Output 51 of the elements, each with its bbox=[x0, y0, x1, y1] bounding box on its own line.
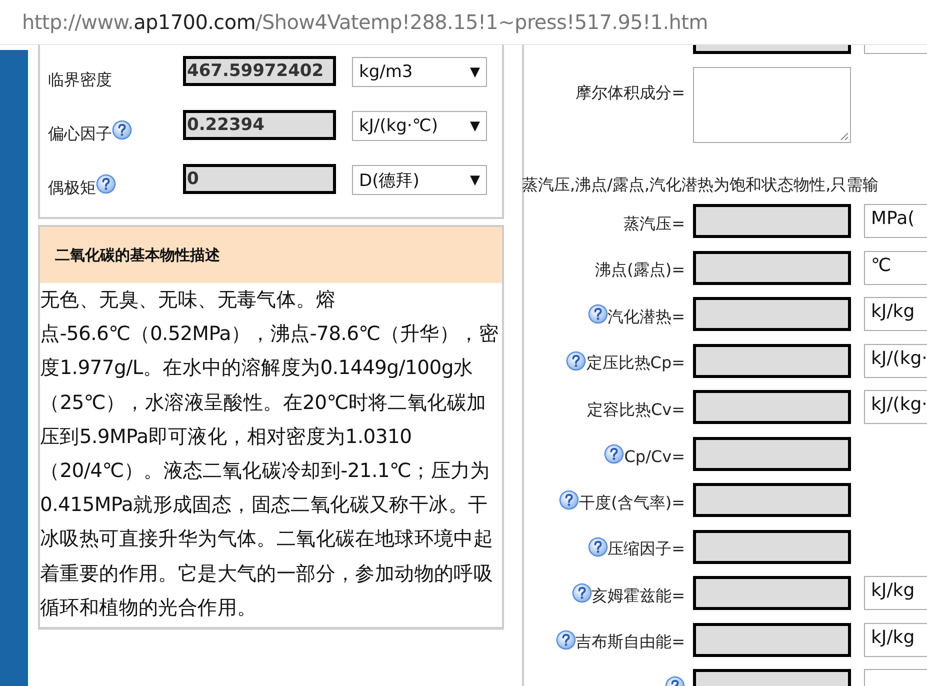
field-label: 干度(含气率)= bbox=[579, 492, 685, 514]
help-icon[interactable] bbox=[572, 583, 592, 603]
field-label: 摩尔体积成分= bbox=[576, 83, 685, 104]
property-label: 偶极矩 bbox=[48, 178, 96, 198]
field-label: 定压比热Cp= bbox=[586, 353, 685, 374]
value-field[interactable]: 0.22394 bbox=[183, 110, 336, 140]
result-field[interactable] bbox=[693, 344, 851, 378]
notice-text: 蒸汽压,沸点/露点,汽化潜热为饱和状态物性,只需输 bbox=[522, 175, 880, 196]
unit-select[interactable]: kJ/kg bbox=[864, 622, 927, 656]
result-field[interactable] bbox=[693, 204, 851, 238]
description-title: 二氧化碳的基本物性描述 bbox=[40, 227, 502, 283]
help-icon[interactable] bbox=[559, 490, 580, 510]
unit-select[interactable]: ℃ bbox=[864, 250, 927, 284]
url-text[interactable]: http://www.ap1700.com/Show4Vatemp!288.15!1~press!517.95!1.htm bbox=[22, 10, 708, 34]
help-icon[interactable] bbox=[588, 536, 608, 556]
field-label: 汽化潜热= bbox=[608, 306, 685, 328]
help-icon[interactable] bbox=[556, 630, 576, 650]
result-field[interactable] bbox=[693, 436, 851, 470]
help-icon[interactable] bbox=[588, 304, 608, 324]
description-text: 无色、无臭、无味、无毒气体。熔点-56.6℃（0.52MPa），沸点-78.6℃（升华），密度1.977g/L。在水中的溶解度为0.1449g/100g水（25℃），水溶液呈酸性。在20℃时将二氧化碳加压到5.9MPa即可液化，相对密度为1.0310（20/4℃）。液态二氧化碳冷却到-21.1℃；压力为0.415MPa就形成固态，固态二氧化碳又称干冰。干冰吸热可直接升华为气体。二氧化碳在地球环境中起着重要的作用。它是大气的一部分，参加动物的呼吸循环和植物的光合作用。 bbox=[40, 287, 500, 621]
help-icon[interactable] bbox=[566, 350, 586, 370]
unit-select[interactable]: kJ/(kg· bbox=[864, 344, 927, 378]
help-icon[interactable] bbox=[96, 174, 116, 194]
unit-select[interactable]: kJ/kg bbox=[864, 576, 927, 610]
field-label: 沸点(露点)= bbox=[595, 260, 685, 281]
field-label: 定容比热Cv= bbox=[586, 400, 685, 420]
property-label: 临界密度 bbox=[48, 70, 112, 90]
value-field[interactable]: 0 bbox=[183, 164, 336, 194]
unit-select[interactable]: MPa( bbox=[864, 204, 927, 238]
help-icon[interactable] bbox=[112, 120, 132, 140]
result-field[interactable] bbox=[693, 483, 851, 517]
field-label: 亥姆霍兹能= bbox=[592, 586, 685, 606]
unit-select[interactable]: D(德拜) ▼ bbox=[352, 165, 487, 195]
unit-select[interactable]: kJ/(kg·℃) ▼ bbox=[352, 111, 487, 141]
result-field[interactable] bbox=[693, 297, 851, 331]
result-field[interactable] bbox=[693, 576, 851, 610]
property-label: 偏心因子 bbox=[48, 124, 112, 144]
field-label: Cp/Cv= bbox=[624, 447, 685, 466]
unit-select[interactable]: kJ/kg bbox=[864, 297, 927, 331]
value-field[interactable]: 467.59972402 bbox=[183, 56, 336, 86]
result-field[interactable] bbox=[693, 530, 851, 564]
resize-grip-icon[interactable] bbox=[840, 132, 849, 141]
result-field[interactable] bbox=[693, 390, 851, 424]
help-icon[interactable] bbox=[604, 444, 624, 464]
field-label: 蒸汽压= bbox=[624, 214, 685, 234]
unit-select[interactable]: kJ/(kg· bbox=[864, 390, 927, 424]
field-label: 吉布斯自由能= bbox=[576, 632, 685, 653]
result-field[interactable] bbox=[693, 250, 851, 284]
field-label: 压缩因子= bbox=[608, 539, 685, 560]
unit-select[interactable]: kg/m3 ▼ bbox=[352, 57, 487, 87]
result-field[interactable] bbox=[693, 622, 851, 656]
